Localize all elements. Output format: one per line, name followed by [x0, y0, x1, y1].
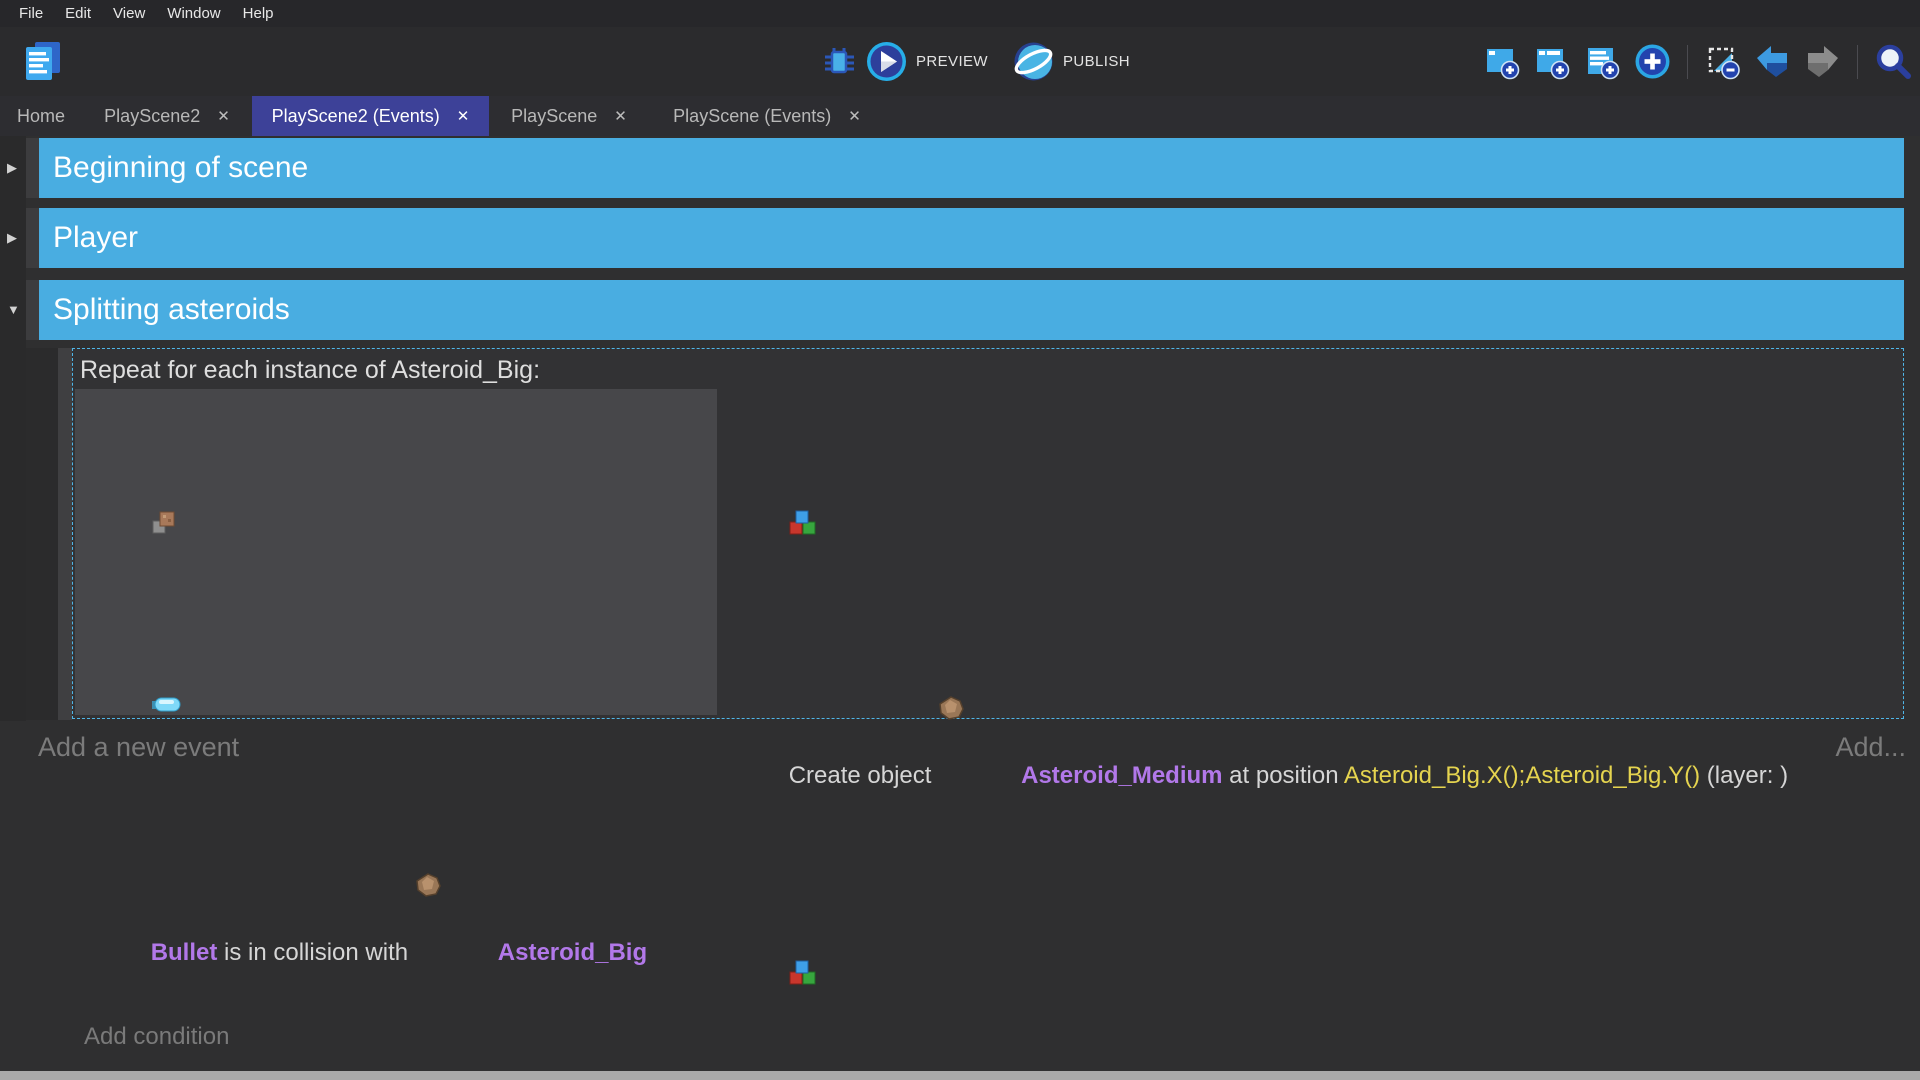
app-logo-icon	[24, 41, 62, 82]
menu-window[interactable]: Window	[156, 0, 231, 27]
search-icon[interactable]	[1874, 43, 1912, 81]
action-row-create-object-1[interactable]: Create object Asteroid_Medium at positio…	[722, 390, 1897, 840]
condition-row[interactable]: Bullet is in collision with Asteroid_Big	[84, 390, 711, 1017]
toolbar: PREVIEW PUBLISH	[0, 27, 1920, 96]
tab-home[interactable]: Home	[0, 96, 82, 136]
close-icon[interactable]: ✕	[457, 107, 470, 125]
subevent-gutter	[26, 348, 58, 720]
chevron-right-icon[interactable]: ▶	[7, 160, 23, 176]
chevron-right-icon[interactable]: ▶	[7, 230, 23, 246]
object-name: Asteroid_Medium	[1021, 762, 1222, 789]
fold-gutter	[0, 136, 26, 721]
repeat-event-header[interactable]: Repeat for each instance of Asteroid_Big…	[80, 351, 1899, 389]
debug-bug-icon[interactable]	[822, 44, 857, 79]
asteroid-icon	[938, 616, 1018, 800]
publish-globe-icon[interactable]	[1013, 41, 1054, 82]
tab-bar: Home PlayScene2 ✕ PlayScene2 (Events) ✕ …	[0, 96, 1920, 136]
add-condition-button[interactable]: Add condition	[84, 1017, 711, 1057]
tab-playscene[interactable]: PlayScene ✕	[489, 96, 649, 136]
event-drag-handle	[26, 280, 39, 340]
event-group-player[interactable]: Player	[39, 208, 1904, 268]
tab-playscene-events[interactable]: PlayScene (Events) ✕	[649, 96, 885, 136]
menu-bar: File Edit View Window Help	[0, 0, 1920, 27]
add-event-icon[interactable]	[1484, 43, 1521, 80]
group-title: Beginning of scene	[39, 138, 1904, 198]
object-name: Bullet	[151, 939, 218, 966]
close-icon[interactable]: ✕	[217, 107, 230, 125]
conditions-column: Bullet is in collision with Asteroid_Big…	[75, 389, 717, 715]
tab-label: Home	[17, 106, 65, 127]
action-text: Create object	[789, 762, 938, 789]
undo-icon[interactable]	[1754, 43, 1791, 80]
menu-edit[interactable]: Edit	[54, 0, 102, 27]
horizontal-scrollbar[interactable]	[0, 1071, 1920, 1080]
actions-column: Create object Asteroid_Medium at positio…	[717, 389, 1901, 715]
action-row-create-object-2[interactable]: Create object Asteroid_Medium at positio…	[722, 840, 1897, 1080]
tab-playscene2-events[interactable]: PlayScene2 (Events) ✕	[252, 96, 489, 136]
asteroid-icon	[415, 793, 495, 977]
menu-file[interactable]: File	[8, 0, 54, 27]
event-drag-handle	[26, 138, 39, 198]
group-title: Player	[39, 208, 1904, 268]
gdevelop-window: File Edit View Window Help	[0, 0, 1920, 1080]
toolbar-separator	[1857, 45, 1858, 79]
remove-selection-icon[interactable]	[1704, 43, 1741, 80]
tab-label: PlayScene	[511, 106, 597, 127]
collision-icon	[151, 430, 231, 616]
bullet-icon	[151, 616, 231, 793]
add-comment-icon[interactable]	[1584, 43, 1621, 80]
subevent-drag-handle	[58, 348, 72, 720]
condition-text: is in collision with	[217, 939, 414, 966]
add-more-button[interactable]: Add...	[1835, 732, 1906, 763]
preview-button[interactable]: PREVIEW	[916, 53, 988, 70]
create-object-icon	[789, 880, 869, 1066]
object-name: Asteroid_Big	[498, 939, 647, 966]
close-icon[interactable]: ✕	[848, 107, 861, 125]
event-group-beginning-of-scene[interactable]: Beginning of scene	[39, 138, 1904, 198]
add-new-event-button[interactable]: Add a new event	[38, 732, 239, 763]
create-object-icon	[789, 430, 869, 616]
tab-label: PlayScene2 (Events)	[272, 106, 440, 127]
expression-text: Asteroid_Big.X();Asteroid_Big.Y()	[1344, 762, 1700, 789]
chevron-down-icon[interactable]: ▼	[7, 302, 23, 317]
publish-button[interactable]: PUBLISH	[1063, 53, 1130, 70]
group-title: Splitting asteroids	[39, 280, 1904, 340]
event-group-splitting-asteroids[interactable]: Splitting asteroids	[39, 280, 1904, 340]
redo-icon[interactable]	[1804, 43, 1841, 80]
preview-play-icon[interactable]	[866, 41, 907, 82]
toolbar-separator	[1687, 45, 1688, 79]
action-text: at position	[1223, 762, 1344, 789]
tab-label: PlayScene2	[104, 106, 200, 127]
repeat-event-block[interactable]: Repeat for each instance of Asteroid_Big…	[72, 348, 1904, 719]
events-sheet: ▶ ▶ ▼ Beginning of scene Player Splittin…	[0, 136, 1920, 1071]
add-circle-icon[interactable]	[1634, 43, 1671, 80]
tab-playscene2[interactable]: PlayScene2 ✕	[82, 96, 252, 136]
tab-label: PlayScene (Events)	[673, 106, 831, 127]
event-drag-handle	[26, 208, 39, 268]
add-subevent-icon[interactable]	[1534, 43, 1571, 80]
menu-view[interactable]: View	[102, 0, 156, 27]
action-text: (layer: )	[1700, 762, 1788, 789]
menu-help[interactable]: Help	[232, 0, 285, 27]
close-icon[interactable]: ✕	[614, 107, 627, 125]
